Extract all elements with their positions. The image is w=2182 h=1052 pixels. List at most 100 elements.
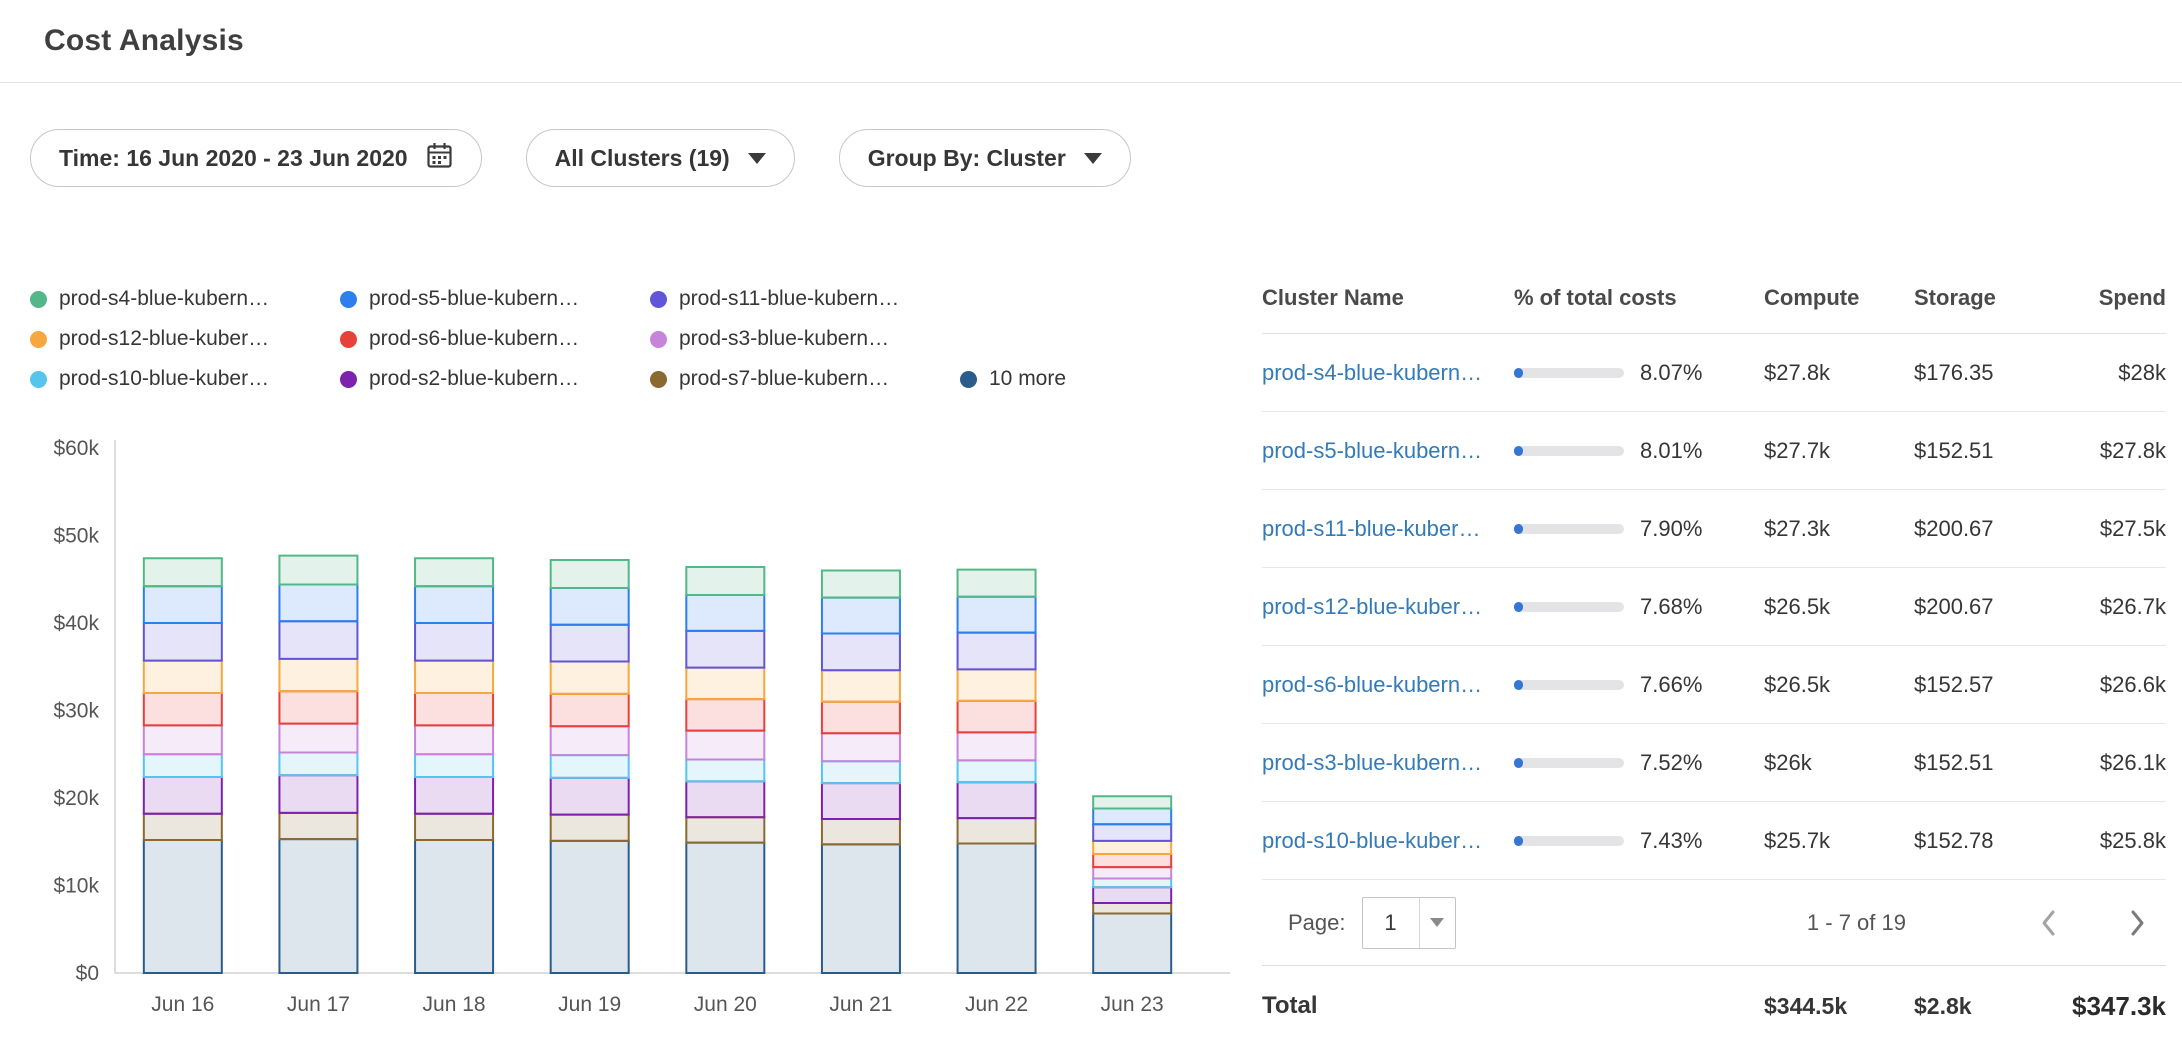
bar-segment[interactable] — [415, 623, 493, 661]
bar-segment[interactable] — [958, 760, 1036, 782]
bar-segment[interactable] — [144, 777, 222, 814]
bar-segment[interactable] — [822, 819, 900, 844]
bar-segment[interactable] — [279, 775, 357, 813]
bar-segment[interactable] — [144, 693, 222, 725]
bar-segment[interactable] — [551, 841, 629, 973]
bar-segment[interactable] — [279, 724, 357, 753]
legend-item[interactable]: prod-s7-blue-kubern… — [650, 367, 960, 391]
bar-segment[interactable] — [958, 597, 1036, 633]
bar-segment[interactable] — [686, 781, 764, 817]
bar-segment[interactable] — [958, 669, 1036, 701]
bar-segment[interactable] — [415, 693, 493, 725]
legend-item[interactable]: prod-s2-blue-kubern… — [340, 367, 650, 391]
cluster-link[interactable]: prod-s12-blue-kuber… — [1262, 594, 1514, 620]
bar-segment[interactable] — [1093, 824, 1171, 841]
bar-segment[interactable] — [822, 844, 900, 973]
cluster-link[interactable]: prod-s3-blue-kubern… — [1262, 750, 1514, 776]
bar-segment[interactable] — [822, 702, 900, 734]
bar-segment[interactable] — [822, 733, 900, 761]
bar-segment[interactable] — [144, 814, 222, 840]
bar-segment[interactable] — [822, 598, 900, 634]
bar-segment[interactable] — [144, 754, 222, 777]
legend-item[interactable]: 10 more — [960, 367, 1066, 391]
bar-segment[interactable] — [822, 571, 900, 598]
prev-page-button[interactable] — [2026, 901, 2070, 945]
bar-segment[interactable] — [279, 556, 357, 585]
bar-segment[interactable] — [822, 783, 900, 819]
bar-segment[interactable] — [144, 586, 222, 623]
bar-segment[interactable] — [551, 588, 629, 625]
bar-segment[interactable] — [551, 726, 629, 755]
bar-segment[interactable] — [686, 668, 764, 700]
bar-segment[interactable] — [1093, 887, 1171, 903]
legend-item[interactable]: prod-s4-blue-kubern… — [30, 287, 340, 311]
bar-segment[interactable] — [279, 585, 357, 622]
bar-segment[interactable] — [551, 560, 629, 588]
bar-segment[interactable] — [822, 670, 900, 702]
bar-segment[interactable] — [144, 840, 222, 973]
bar-segment[interactable] — [279, 691, 357, 723]
bar-segment[interactable] — [415, 558, 493, 586]
bar-segment[interactable] — [958, 782, 1036, 818]
legend-item[interactable]: prod-s10-blue-kuber… — [30, 367, 340, 391]
bar-segment[interactable] — [144, 661, 222, 693]
bar-segment[interactable] — [551, 662, 629, 694]
legend-item[interactable]: prod-s11-blue-kubern… — [650, 287, 960, 311]
bar-segment[interactable] — [686, 731, 764, 760]
bar-segment[interactable] — [279, 839, 357, 973]
bar-segment[interactable] — [1093, 854, 1171, 867]
cost-stacked-bar-chart[interactable]: $0$10k$20k$30k$40k$50k$60kJun 16Jun 17Ju… — [30, 413, 1240, 1025]
legend-item[interactable]: prod-s5-blue-kubern… — [340, 287, 650, 311]
bar-segment[interactable] — [415, 586, 493, 623]
legend-item[interactable]: prod-s12-blue-kuber… — [30, 327, 340, 351]
cluster-link[interactable]: prod-s11-blue-kuber… — [1262, 516, 1514, 542]
bar-segment[interactable] — [415, 725, 493, 754]
legend-item[interactable]: prod-s3-blue-kubern… — [650, 327, 960, 351]
bar-segment[interactable] — [279, 813, 357, 839]
bar-segment[interactable] — [551, 815, 629, 841]
page-select[interactable]: 1 — [1362, 897, 1456, 949]
bar-segment[interactable] — [551, 694, 629, 726]
bar-segment[interactable] — [958, 570, 1036, 597]
bar-segment[interactable] — [415, 777, 493, 814]
bar-segment[interactable] — [1093, 914, 1171, 974]
bar-segment[interactable] — [822, 634, 900, 671]
bar-segment[interactable] — [415, 814, 493, 840]
bar-segment[interactable] — [551, 625, 629, 662]
bar-segment[interactable] — [822, 761, 900, 783]
bar-segment[interactable] — [551, 778, 629, 815]
cluster-link[interactable]: prod-s6-blue-kubern… — [1262, 672, 1514, 698]
bar-segment[interactable] — [415, 840, 493, 973]
legend-item[interactable]: prod-s6-blue-kubern… — [340, 327, 650, 351]
group-by-filter[interactable]: Group By: Cluster — [839, 129, 1131, 187]
bar-segment[interactable] — [551, 755, 629, 778]
next-page-button[interactable] — [2116, 901, 2160, 945]
bar-segment[interactable] — [958, 818, 1036, 843]
bar-segment[interactable] — [1093, 796, 1171, 808]
bar-segment[interactable] — [279, 753, 357, 776]
bar-segment[interactable] — [686, 843, 764, 973]
bar-segment[interactable] — [415, 661, 493, 693]
bar-segment[interactable] — [958, 701, 1036, 733]
bar-segment[interactable] — [1093, 841, 1171, 854]
bar-segment[interactable] — [1093, 903, 1171, 914]
bar-segment[interactable] — [958, 732, 1036, 760]
bar-segment[interactable] — [686, 760, 764, 782]
bar-segment[interactable] — [144, 623, 222, 661]
bar-segment[interactable] — [958, 844, 1036, 974]
time-range-filter[interactable]: Time: 16 Jun 2020 - 23 Jun 2020 — [30, 129, 482, 187]
bar-segment[interactable] — [1093, 867, 1171, 878]
bar-segment[interactable] — [686, 567, 764, 595]
bar-segment[interactable] — [1093, 879, 1171, 888]
bar-segment[interactable] — [958, 633, 1036, 670]
bar-segment[interactable] — [686, 631, 764, 668]
cluster-link[interactable]: prod-s10-blue-kuber… — [1262, 828, 1514, 854]
bar-segment[interactable] — [279, 659, 357, 691]
clusters-filter[interactable]: All Clusters (19) — [526, 129, 795, 187]
bar-segment[interactable] — [686, 595, 764, 631]
bar-segment[interactable] — [1093, 809, 1171, 825]
cluster-link[interactable]: prod-s4-blue-kubern… — [1262, 360, 1514, 386]
bar-segment[interactable] — [144, 558, 222, 586]
bar-segment[interactable] — [144, 725, 222, 754]
bar-segment[interactable] — [686, 817, 764, 842]
